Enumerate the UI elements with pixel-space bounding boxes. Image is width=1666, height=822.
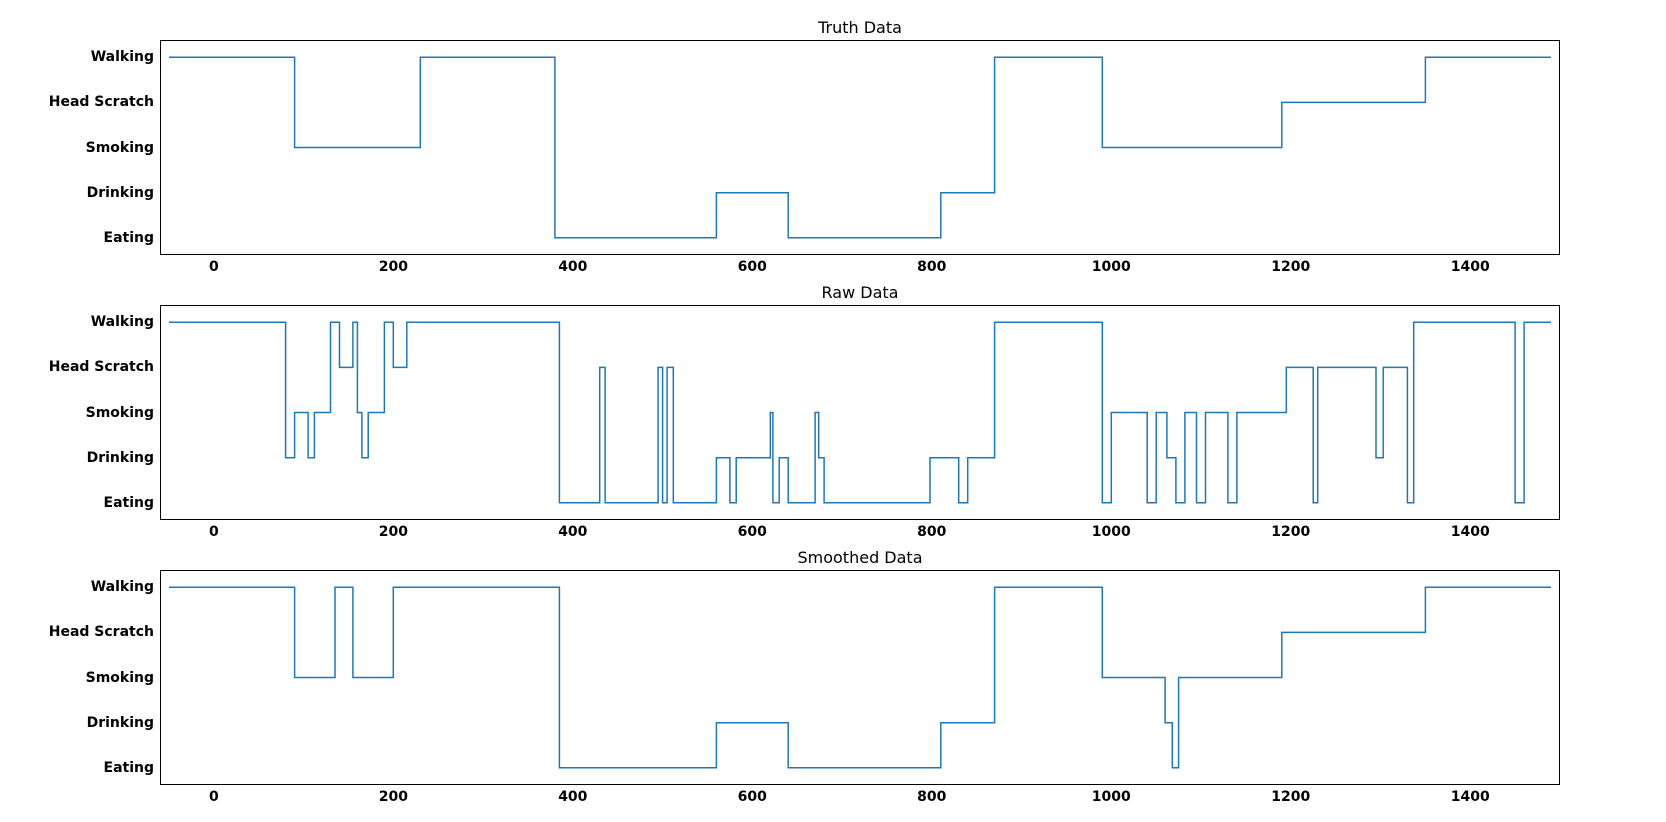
- xtick-label: 600: [738, 785, 767, 805]
- ytick-label: Head Scratch: [49, 624, 160, 640]
- xtick-label: 400: [558, 785, 587, 805]
- xtick-label: 0: [209, 785, 219, 805]
- xtick-label: 1400: [1451, 255, 1490, 275]
- ytick-label: Smoking: [86, 405, 160, 421]
- xtick-label: 200: [379, 255, 408, 275]
- xtick-label: 1200: [1271, 255, 1310, 275]
- xtick-label: 400: [558, 520, 587, 540]
- ytick-label: Walking: [91, 314, 160, 330]
- xtick-label: 800: [917, 785, 946, 805]
- ytick-label: Drinking: [87, 715, 160, 731]
- xtick-label: 400: [558, 255, 587, 275]
- xtick-label: 1000: [1092, 255, 1131, 275]
- xtick-label: 600: [738, 520, 767, 540]
- ytick-label: Smoking: [86, 140, 160, 156]
- subplot-title: Raw Data: [160, 283, 1560, 302]
- ytick-label: Smoking: [86, 670, 160, 686]
- xtick-label: 200: [379, 520, 408, 540]
- xtick-label: 600: [738, 255, 767, 275]
- xtick-label: 0: [209, 520, 219, 540]
- xtick-label: 1400: [1451, 520, 1490, 540]
- subplot-0: Truth DataEatingDrinkingSmokingHead Scra…: [160, 40, 1560, 255]
- ytick-label: Drinking: [87, 185, 160, 201]
- subplot-title: Truth Data: [160, 18, 1560, 37]
- data-line: [160, 570, 1560, 785]
- xtick-label: 800: [917, 255, 946, 275]
- ytick-label: Eating: [104, 495, 161, 511]
- subplot-title: Smoothed Data: [160, 548, 1560, 567]
- subplot-1: Raw DataEatingDrinkingSmokingHead Scratc…: [160, 305, 1560, 520]
- data-line: [160, 40, 1560, 255]
- ytick-label: Head Scratch: [49, 94, 160, 110]
- ytick-label: Drinking: [87, 450, 160, 466]
- data-line: [160, 305, 1560, 520]
- ytick-label: Walking: [91, 579, 160, 595]
- ytick-label: Eating: [104, 230, 161, 246]
- xtick-label: 1200: [1271, 520, 1310, 540]
- xtick-label: 0: [209, 255, 219, 275]
- ytick-label: Walking: [91, 49, 160, 65]
- xtick-label: 1000: [1092, 785, 1131, 805]
- xtick-label: 200: [379, 785, 408, 805]
- xtick-label: 1200: [1271, 785, 1310, 805]
- xtick-label: 800: [917, 520, 946, 540]
- xtick-label: 1400: [1451, 785, 1490, 805]
- subplot-2: Smoothed DataEatingDrinkingSmokingHead S…: [160, 570, 1560, 785]
- ytick-label: Eating: [104, 760, 161, 776]
- ytick-label: Head Scratch: [49, 359, 160, 375]
- figure: Truth Data Eating Drinking Smoking Head Scra…: [10, 10, 1656, 812]
- xtick-label: 1000: [1092, 520, 1131, 540]
